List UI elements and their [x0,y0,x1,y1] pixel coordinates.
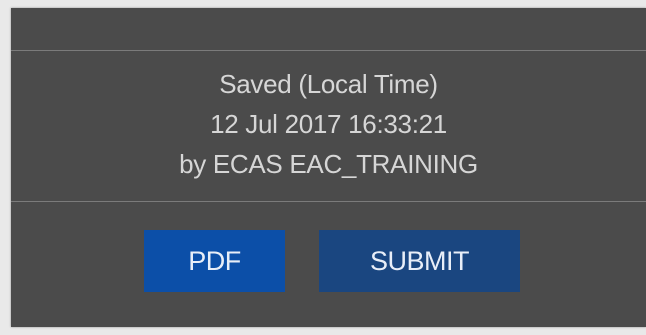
save-panel: Saved (Local Time) 12 Jul 2017 16:33:21 … [11,8,646,327]
panel-header-bar [11,8,646,50]
bottom-divider [11,201,646,202]
save-author: by ECAS EAC_TRAINING [179,149,478,179]
pdf-button[interactable]: PDF [144,230,285,292]
save-info: Saved (Local Time) 12 Jul 2017 16:33:21 … [11,64,646,184]
save-status-text: Saved (Local Time) [219,69,438,99]
top-divider [11,50,646,51]
save-timestamp: 12 Jul 2017 16:33:21 [210,109,447,139]
submit-button[interactable]: SUBMIT [319,230,520,292]
page-frame: Saved (Local Time) 12 Jul 2017 16:33:21 … [0,0,646,335]
action-bar: PDF SUBMIT [11,230,646,292]
